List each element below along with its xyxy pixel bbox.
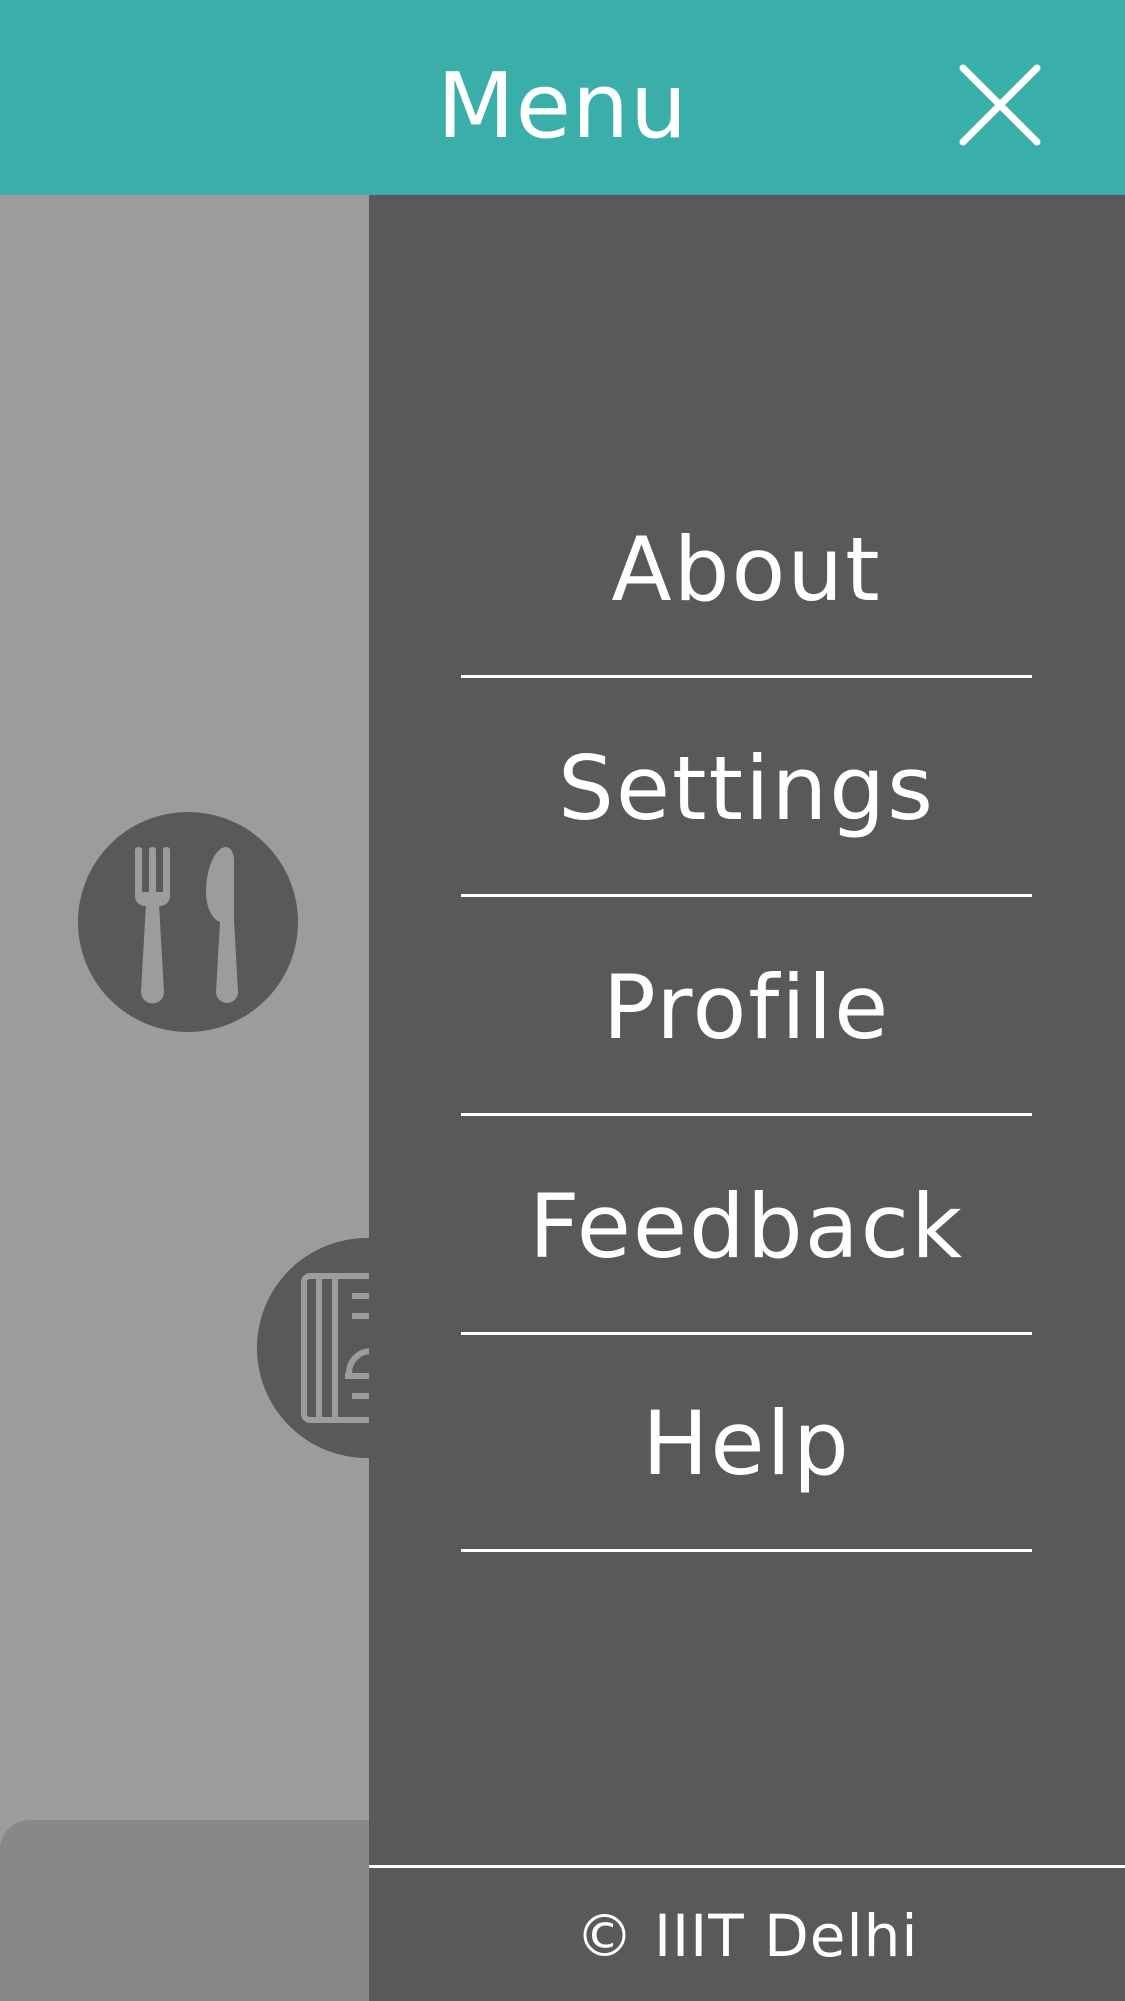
menu-item-help[interactable]: Help — [461, 1333, 1032, 1552]
side-drawer: About Settings Profile Feedback Help © I… — [369, 195, 1125, 2001]
close-button[interactable] — [955, 60, 1045, 150]
close-icon — [959, 64, 1041, 146]
food-button[interactable] — [78, 812, 298, 1032]
menu-item-label: About — [611, 518, 882, 621]
background-content — [0, 195, 369, 2001]
menu-item-label: Feedback — [528, 1175, 965, 1278]
header-bar: Menu — [0, 0, 1125, 195]
menu-item-profile[interactable]: Profile — [461, 897, 1032, 1116]
copyright-text: © IIIT Delhi — [575, 1902, 919, 1970]
menu-item-settings[interactable]: Settings — [461, 678, 1032, 897]
footer: © IIIT Delhi — [369, 1868, 1125, 2001]
bottom-card — [0, 1820, 369, 2001]
menu-card-icon — [301, 1273, 369, 1423]
menu-item-label: Settings — [558, 737, 935, 840]
menu-item-about[interactable]: About — [461, 459, 1032, 678]
menu-item-label: Help — [642, 1392, 851, 1495]
fork-knife-icon — [135, 847, 238, 1004]
menu-item-label: Profile — [602, 956, 891, 1059]
menu-card-button[interactable] — [257, 1238, 369, 1458]
menu-item-feedback[interactable]: Feedback — [461, 1116, 1032, 1335]
